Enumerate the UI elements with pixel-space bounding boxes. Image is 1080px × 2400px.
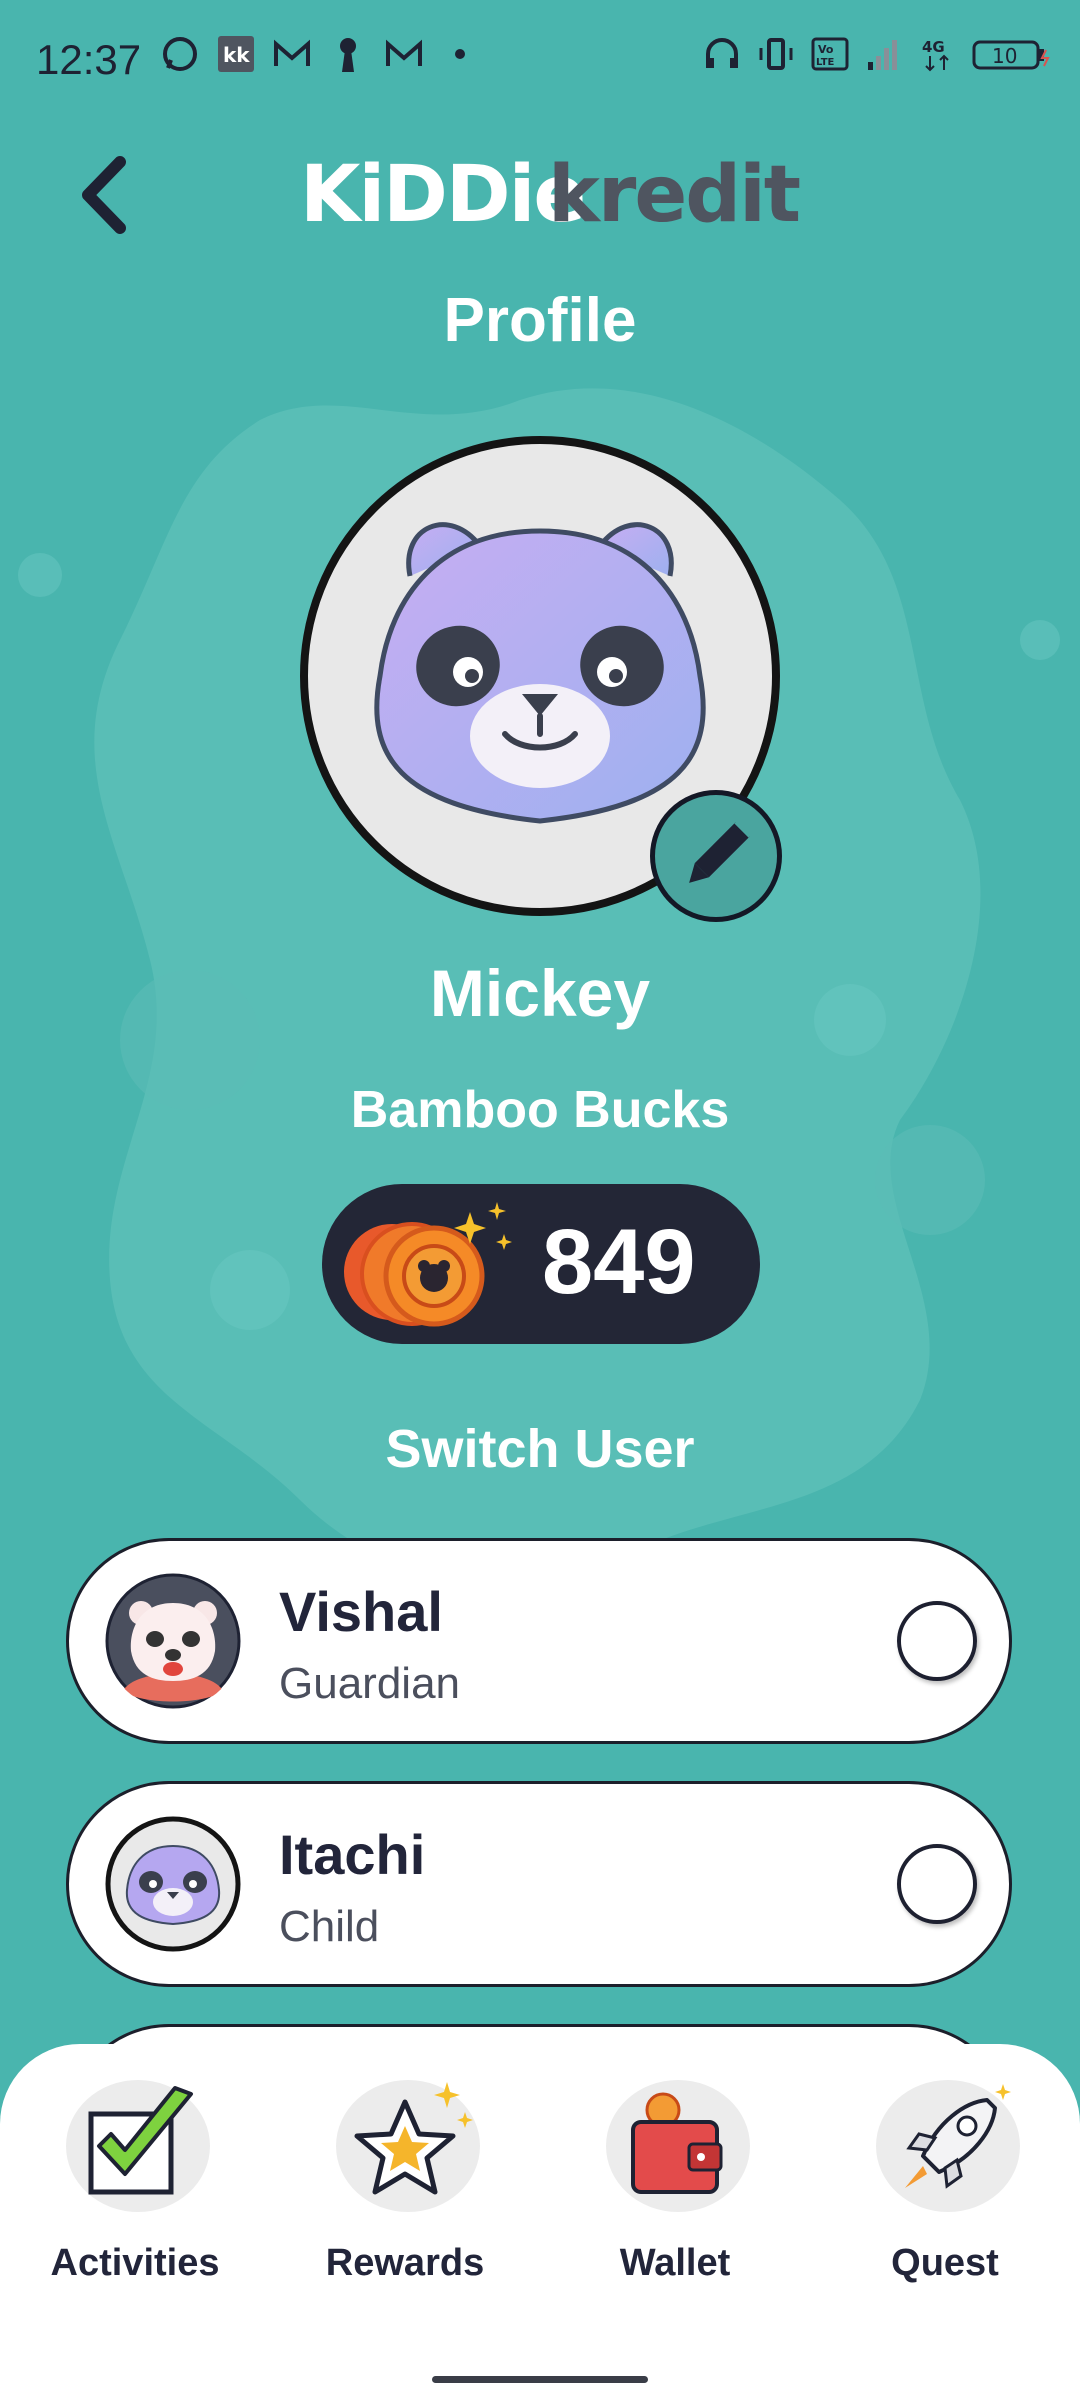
- wallet-icon: [606, 2080, 750, 2212]
- kk-app-icon: kk: [218, 36, 254, 72]
- edit-avatar-button[interactable]: [650, 790, 782, 922]
- logo-kiddie-text: KiDDie: [300, 150, 586, 240]
- user-card-vishal[interactable]: Vishal Guardian: [66, 1538, 1012, 1744]
- whatsapp-icon: [163, 37, 197, 71]
- home-indicator[interactable]: [432, 2376, 648, 2383]
- app-logo: KiDDie kredit: [300, 140, 801, 250]
- select-user-radio[interactable]: [897, 1601, 977, 1681]
- dot-icon: [455, 49, 465, 59]
- signal-icon: [868, 40, 897, 70]
- svg-text:Vo: Vo: [818, 43, 834, 56]
- user-name: Itachi: [279, 1823, 426, 1886]
- bamboo-coins-icon: [344, 1202, 512, 1327]
- select-user-radio[interactable]: [897, 1844, 977, 1924]
- status-time: 12:37: [36, 36, 142, 83]
- checkbox-icon: [66, 2080, 210, 2212]
- keyhole-icon: [340, 38, 356, 72]
- purple-panda-avatar-icon: [105, 1816, 241, 1952]
- pencil-icon: [689, 817, 755, 883]
- rocket-icon: [876, 2080, 1020, 2212]
- user-role: Child: [279, 1902, 380, 1951]
- headset-icon: [706, 38, 738, 68]
- vibrate-icon: [759, 38, 793, 70]
- bottom-navigation: Activities Rewards Wallet Quest: [0, 2044, 1080, 2400]
- status-bar: 12:37 kk Vo LTE 4G 10: [0, 0, 1080, 120]
- page-title: Profile: [443, 286, 637, 355]
- gmail-icon: [386, 39, 422, 66]
- chevron-left-icon[interactable]: [70, 150, 140, 240]
- volte-icon: VoLTE: [811, 37, 849, 71]
- notification-icons: kk: [160, 34, 480, 74]
- svg-text:10: 10: [992, 44, 1017, 68]
- polar-bear-avatar-icon: [105, 1573, 241, 1709]
- bamboo-bucks-label: Bamboo Bucks: [350, 1081, 730, 1139]
- gmail-icon: [274, 39, 310, 66]
- nav-label: Activities: [50, 2242, 220, 2284]
- svg-text:LTE: LTE: [816, 57, 835, 68]
- user-card-itachi[interactable]: Itachi Child: [66, 1781, 1012, 1987]
- system-icons: Vo LTE 4G 10: [702, 34, 1052, 74]
- bamboo-bucks-value: 849: [542, 1211, 696, 1313]
- logo-kredit-text: kredit: [548, 150, 801, 240]
- nav-rewards[interactable]: Rewards: [270, 2074, 540, 2294]
- star-icon: [336, 2080, 480, 2212]
- switch-user-title: Switch User: [385, 1419, 695, 1479]
- profile-name: Mickey: [429, 956, 651, 1030]
- 4g-icon: 4G: [922, 38, 949, 72]
- bamboo-bucks-balance: 849: [322, 1184, 760, 1344]
- nav-activities[interactable]: Activities: [0, 2074, 270, 2294]
- svg-text:kk: kk: [223, 43, 250, 67]
- nav-label: Rewards: [325, 2242, 485, 2284]
- nav-wallet[interactable]: Wallet: [540, 2074, 810, 2294]
- nav-quest[interactable]: Quest: [810, 2074, 1080, 2294]
- user-name: Vishal: [279, 1580, 443, 1643]
- battery-icon: 10: [972, 40, 1050, 70]
- user-role: Guardian: [279, 1659, 461, 1708]
- nav-label: Wallet: [619, 2242, 731, 2284]
- svg-text:4G: 4G: [922, 38, 945, 56]
- nav-label: Quest: [891, 2242, 999, 2284]
